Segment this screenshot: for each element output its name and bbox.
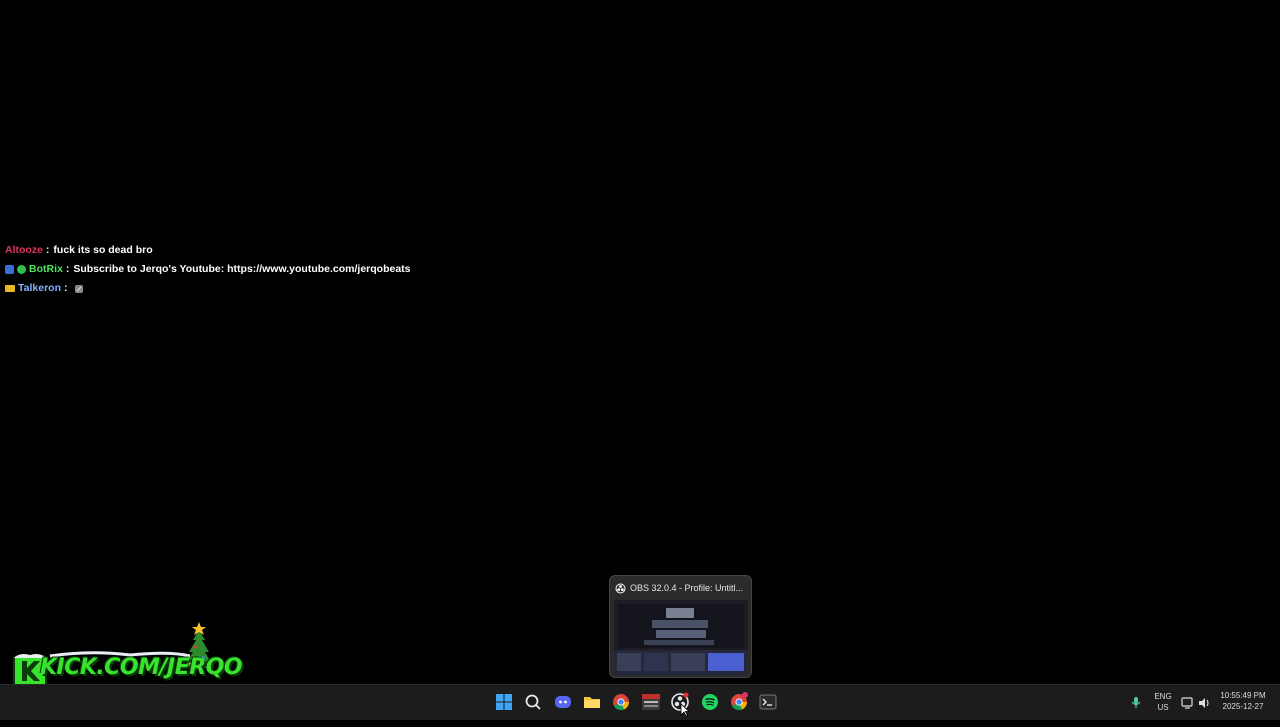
file-explorer-icon[interactable] <box>581 691 603 713</box>
subscriber-badge-icon <box>5 285 15 292</box>
chat-text: fuck its so dead bro <box>53 244 153 256</box>
emote-icon <box>75 284 84 293</box>
chat-username: BotRix <box>29 263 63 275</box>
chat-username: Altooze <box>5 244 43 256</box>
search-icon[interactable] <box>522 691 544 713</box>
chrome-profile-icon[interactable] <box>728 691 750 713</box>
chat-separator: : <box>63 282 68 294</box>
kick-url-text: KICK.COM/JERQO <box>40 655 243 680</box>
language-indicator[interactable]: ENG US <box>1152 691 1174 727</box>
chat-separator: : <box>65 263 70 275</box>
chat-text: Subscribe to Jerqo's Youtube: https://ww… <box>73 263 411 275</box>
language-region: US <box>1157 703 1169 712</box>
network-icon[interactable] <box>1181 696 1195 710</box>
chrome-icon[interactable] <box>610 691 632 713</box>
chat-overlay: Altooze : fuck its so dead bro BotRix : … <box>5 241 605 298</box>
chat-separator: : <box>45 244 50 256</box>
chat-username: Talkeron <box>18 282 61 294</box>
obs-app-icon[interactable] <box>640 691 662 713</box>
microphone-icon[interactable] <box>1130 696 1142 710</box>
clock-date: 2025-12-27 <box>1222 702 1264 711</box>
bot-badge-icon <box>5 265 14 274</box>
volume-icon[interactable] <box>1197 696 1211 710</box>
obs-window-thumbnail <box>614 600 748 675</box>
window-preview[interactable]: OBS 32.0.4 - Profile: Untitl... <box>609 575 752 678</box>
system-clock[interactable]: 10:55:49 PM 2025-12-27 <box>1212 690 1274 726</box>
preview-title: OBS 32.0.4 - Profile: Untitl... <box>630 583 744 593</box>
spotify-icon[interactable] <box>699 691 721 713</box>
mouse-cursor-icon <box>680 703 690 717</box>
verified-badge-icon <box>17 265 26 274</box>
terminal-icon[interactable] <box>757 691 779 713</box>
chat-message: Altooze : fuck its so dead bro <box>5 241 605 260</box>
chat-message: Talkeron : <box>5 279 605 298</box>
start-icon[interactable] <box>493 691 515 713</box>
chat-message: BotRix : Subscribe to Jerqo's Youtube: h… <box>5 260 605 279</box>
preview-thumbnail[interactable] <box>614 600 748 675</box>
clock-time: 10:55:49 PM <box>1220 691 1266 700</box>
discord-icon[interactable] <box>552 691 574 713</box>
taskbar: ENG US 10:55:49 PM 2025-12-27 <box>0 684 1280 720</box>
obs-icon <box>615 583 626 594</box>
language-code: ENG <box>1154 692 1172 701</box>
